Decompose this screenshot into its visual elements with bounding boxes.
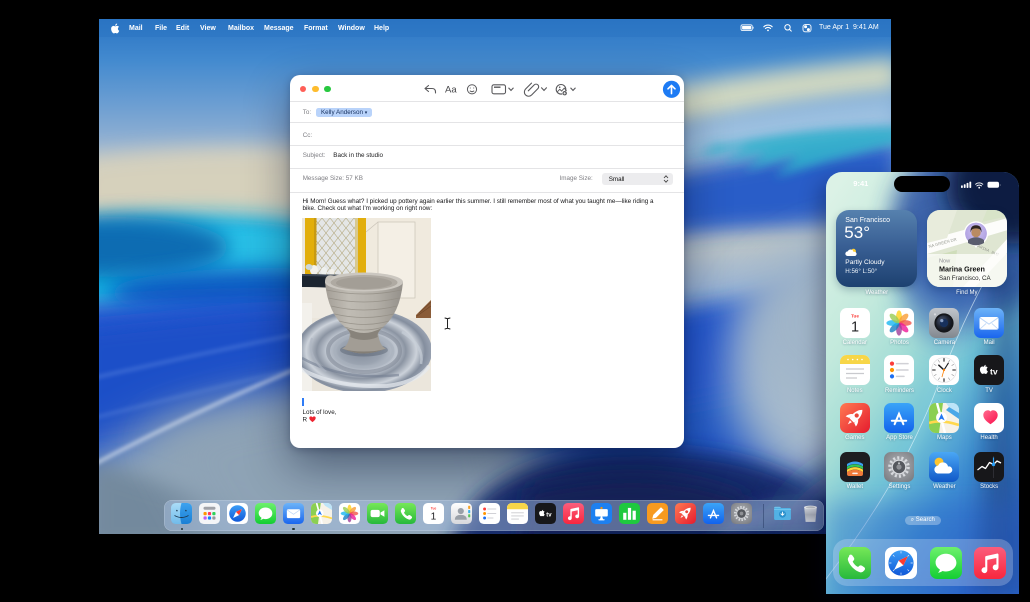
svg-text:tv: tv <box>546 512 552 518</box>
svg-text:1: 1 <box>851 319 859 335</box>
svg-text:1: 1 <box>430 511 436 522</box>
svg-text:tv: tv <box>990 367 998 377</box>
svg-text:San Francisco, CA: San Francisco, CA <box>939 275 991 282</box>
svg-text:Tue: Tue <box>431 506 437 510</box>
svg-text:Aa: Aa <box>445 84 457 95</box>
svg-text:Marina Green: Marina Green <box>939 264 985 273</box>
svg-text:Tue: Tue <box>851 313 859 318</box>
